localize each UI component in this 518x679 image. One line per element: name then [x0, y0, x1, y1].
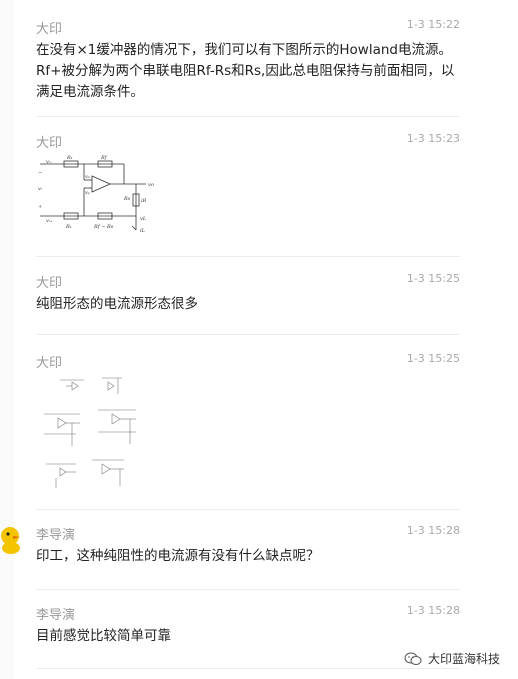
label-vi: vᵢ [38, 186, 42, 192]
label-vn: vₙ [85, 174, 90, 180]
message-text[interactable]: 纯阻形态的电流源形态很多 [36, 294, 460, 315]
label-rf-rs: Rf − Rs [93, 224, 114, 230]
separator [36, 334, 460, 335]
message-time: 1-3 15:22 [406, 18, 460, 31]
separator [36, 589, 460, 590]
label-plus: + [38, 204, 42, 210]
message-item: 李导演 1-3 15:28 目前感觉比较简单可靠 [36, 604, 460, 654]
message-time: 1-3 15:28 [406, 604, 460, 617]
message-item: 大印 1-3 15:23 R₁ Rf − vᵢ + vᵢ₋ vᵢ₊ vₙ vₚ … [36, 132, 460, 252]
message-item: 大印 1-3 15:25 [36, 352, 460, 502]
message-time: 1-3 15:25 [406, 272, 460, 285]
left-gutter [0, 0, 14, 679]
sender-name: 大印 [36, 356, 63, 371]
label-in-minus: vᵢ₋ [46, 159, 53, 165]
label-vo: vo [148, 182, 154, 188]
sender-name: 李导演 [36, 608, 76, 623]
sender-name: 大印 [36, 136, 63, 151]
label-il: iL [140, 228, 146, 234]
separator [36, 116, 460, 117]
sender-name: 大印 [36, 276, 63, 291]
message-text[interactable]: 目前感觉比较简单可靠 [36, 626, 460, 647]
sender-name: 李导演 [36, 528, 76, 543]
label-ir: iR [141, 198, 147, 204]
message-text[interactable]: 印工，这种纯阻性的电流源有没有什么缺点呢？ [36, 546, 460, 567]
separator [36, 668, 460, 669]
message-time: 1-3 15:25 [406, 352, 460, 365]
circuit-collage-image[interactable] [36, 374, 148, 492]
message-item: 李导演 1-3 15:28 印工，这种纯阻性的电流源有没有什么缺点呢？ [36, 524, 460, 574]
wechat-icon [404, 652, 422, 665]
label-r1-bot: R₁ [65, 224, 72, 230]
message-item: 大印 1-3 15:25 纯阻形态的电流源形态很多 [36, 272, 460, 322]
separator [36, 509, 460, 510]
label-vp: vₚ [85, 190, 90, 196]
watermark-label: 大印蓝海科技 [428, 652, 501, 666]
howland-circuit-image[interactable]: R₁ Rf − vᵢ + vᵢ₋ vᵢ₊ vₙ vₚ vo Rs iR R₁ R… [36, 154, 166, 236]
message-time: 1-3 15:23 [406, 132, 460, 145]
message-item: 大印 1-3 15:22 在没有×1缓冲器的情况下，我们可以有下图所示的Howl… [36, 18, 460, 113]
label-rf-top: Rf [100, 155, 108, 161]
user-avatar[interactable] [0, 524, 22, 554]
wechat-watermark: 大印蓝海科技 [404, 650, 500, 667]
label-vl: vL [140, 216, 147, 222]
separator [36, 256, 460, 257]
label-rs: Rs [123, 196, 131, 202]
label-minus: − [38, 170, 42, 176]
message-time: 1-3 15:28 [406, 524, 460, 537]
label-in-plus: vᵢ₊ [46, 218, 53, 224]
label-r1-top: R₁ [66, 155, 73, 161]
sender-name: 大印 [36, 22, 63, 37]
message-text[interactable]: 在没有×1缓冲器的情况下，我们可以有下图所示的Howland电流源。Rf+被分解… [36, 40, 460, 103]
